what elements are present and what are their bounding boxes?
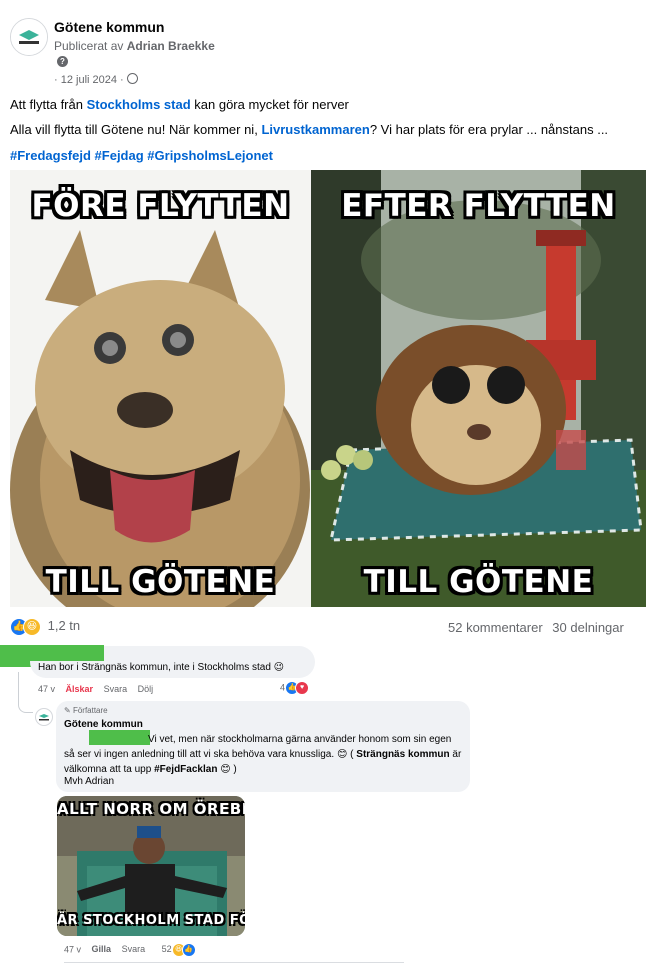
hashtag-fejdag[interactable]: #Fejdag: [95, 148, 144, 163]
mention-strangnas[interactable]: Strängnäs kommun: [356, 749, 449, 760]
reactions-count: 1,2 tn: [47, 618, 81, 634]
reply-author[interactable]: Götene kommun: [64, 719, 143, 730]
mention-livrustkammaren[interactable]: Livrustkammaren: [261, 122, 369, 137]
gotene-logo-icon: [39, 714, 49, 721]
smile-emoji: 😊: [220, 764, 231, 775]
text-segment: ? Vi har plats för era prylar ... nånsta…: [369, 122, 609, 137]
shares-count[interactable]: 30 delningar: [552, 620, 624, 635]
reply-actions: 47 v Gilla Svara 52 😆 👍: [64, 943, 196, 957]
gif-top-caption: ALLT NORR OM ÖREBRO: [57, 800, 245, 818]
reply-action[interactable]: Svara: [104, 684, 128, 694]
meme-left-panel: [10, 170, 311, 607]
redacted-commenter-name[interactable]: [30, 645, 104, 661]
reply-avatar[interactable]: [35, 708, 53, 726]
reply-text-segment: ): [233, 764, 237, 775]
meme-left-bottom-caption: TILL GÖTENE: [45, 564, 276, 600]
haha-reaction-icon: 😆: [23, 618, 41, 636]
reactions-summary[interactable]: 👍 😆 1,2 tn: [10, 618, 80, 636]
published-by-prefix: Publicerat av: [54, 39, 124, 53]
comment-reactions[interactable]: 4 👍 ♥: [280, 681, 310, 695]
hashtag-fejdfacklan[interactable]: #FejdFacklan: [154, 764, 217, 775]
comment-text-body: Han bor i Strängnäs kommun, inte i Stock…: [38, 662, 271, 673]
reply-text-segment: (: [350, 749, 354, 760]
reply-bubble: ✎ Författare Götene kommun Vi vet, men n…: [56, 701, 470, 792]
text-segment: Alla vill flytta till Götene nu! När kom…: [10, 122, 258, 137]
like-action[interactable]: Gilla: [92, 944, 112, 954]
info-icon[interactable]: ?: [57, 56, 68, 67]
pencil-icon: ✎: [64, 706, 71, 715]
meme-right-panel: [311, 170, 646, 607]
page-avatar[interactable]: [10, 18, 48, 56]
reply-text: Vi vet, men när stockholmarna gärna anvä…: [64, 732, 464, 777]
reply-action[interactable]: Svara: [122, 944, 146, 954]
thread-line: [18, 672, 33, 713]
meme-right-bottom-caption: TILL GÖTENE: [363, 564, 594, 600]
stuffed-lion-illustration: [10, 170, 311, 607]
post-text-line2: Alla vill flytta till Götene nu! När kom…: [10, 122, 608, 137]
gif-bottom-caption: ÄR STOCKHOLM STAD FÖR OSS: [57, 913, 245, 928]
globe-icon: [126, 73, 138, 84]
author-badge-label: Författare: [72, 706, 108, 715]
hashtags: #Fredagsfejd #Fejdag #GripsholmsLejonet: [10, 148, 273, 163]
author-badge: ✎ Författare: [64, 706, 108, 715]
post-image[interactable]: FÖRE FLYTTEN TILL GÖTENE EFTER FLYTTEN T…: [10, 170, 646, 607]
reply-signature: Mvh Adrian: [64, 776, 115, 787]
reply-time[interactable]: 47 v: [64, 944, 81, 954]
post-meta: · 12 juli 2024 ·: [54, 73, 138, 86]
post-date[interactable]: · 12 juli 2024 ·: [54, 74, 124, 86]
reply-reaction-count: 52: [161, 944, 172, 955]
author-name[interactable]: Adrian Braekke: [127, 39, 215, 53]
text-segment: kan göra mycket för nerver: [194, 97, 349, 112]
smile-emoji: 😊: [336, 749, 348, 760]
love-action[interactable]: Älskar: [66, 684, 94, 694]
engagement-counts: 52 kommentarer 30 delningar: [448, 620, 624, 635]
comment-actions: 47 v Älskar Svara Dölj: [38, 684, 153, 694]
hashtag-gripsholmslejonet[interactable]: #GripsholmsLejonet: [147, 148, 273, 163]
reply-divider: [64, 962, 404, 963]
like-reaction-icon: 👍: [181, 943, 196, 957]
comments-count[interactable]: 52 kommentarer: [448, 620, 543, 635]
plush-lion-picnic-illustration: [311, 170, 646, 607]
comment-bubble: Han bor i Strängnäs kommun, inte i Stock…: [30, 645, 315, 678]
post-text-line1: Att flytta från Stockholms stad kan göra…: [10, 97, 349, 112]
comment-text: Han bor i Strängnäs kommun, inte i Stock…: [38, 662, 284, 673]
page-name[interactable]: Götene kommun: [54, 19, 164, 35]
published-by: Publicerat av Adrian Braekke: [54, 39, 215, 53]
hide-action[interactable]: Dölj: [138, 684, 154, 694]
meme-right-top-caption: EFTER FLYTTEN: [341, 188, 616, 224]
reply-gif[interactable]: ALLT NORR OM ÖREBRO ÄR STOCKHOLM STAD FÖ…: [57, 796, 245, 936]
text-segment: Att flytta från: [10, 97, 83, 112]
wink-emoji: 😉: [273, 662, 285, 673]
meme-left-top-caption: FÖRE FLYTTEN: [31, 188, 290, 224]
love-reaction-icon: ♥: [295, 681, 310, 695]
comment-time[interactable]: 47 v: [38, 684, 55, 694]
gotene-logo-icon: [11, 19, 47, 55]
hashtag-fredagsfejd[interactable]: #Fredagsfejd: [10, 148, 91, 163]
mention-stockholm[interactable]: Stockholms stad: [87, 97, 191, 112]
